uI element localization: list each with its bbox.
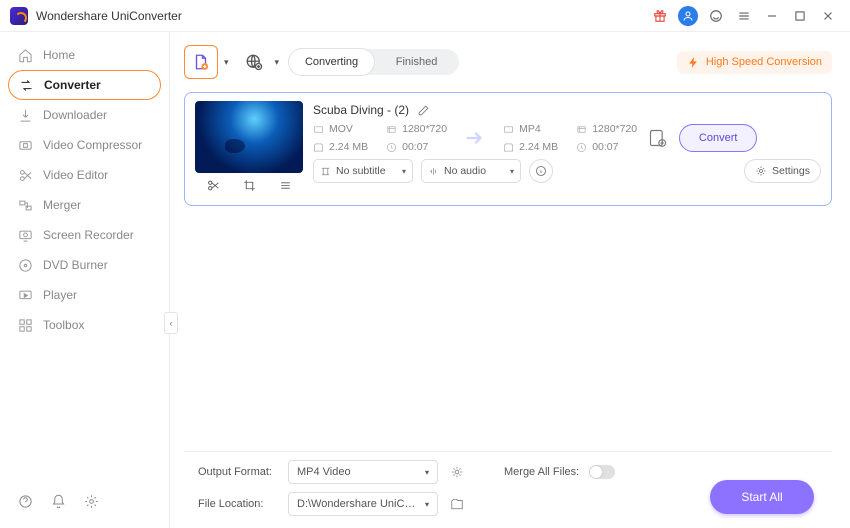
merge-toggle[interactable]	[589, 465, 615, 479]
output-format-select[interactable]: MP4 Video▾	[288, 460, 438, 484]
add-file-caret[interactable]: ▾	[224, 57, 229, 68]
sidebar-collapse-handle[interactable]: ‹	[164, 312, 178, 334]
account-avatar[interactable]	[676, 4, 700, 28]
more-icon[interactable]	[279, 179, 292, 197]
high-speed-label: High Speed Conversion	[706, 56, 822, 68]
footer: Output Format: MP4 Video▾ Merge All File…	[184, 451, 832, 528]
file-location-select[interactable]: D:\Wondershare UniConverter▾	[288, 492, 438, 516]
sidebar-item-downloader[interactable]: Downloader	[0, 100, 169, 130]
info-icon[interactable]	[529, 159, 553, 183]
titlebar: Wondershare UniConverter	[0, 0, 850, 32]
file-settings-button[interactable]: Settings	[744, 159, 821, 183]
sidebar-item-label: Video Editor	[43, 168, 108, 182]
file-location-label: File Location:	[198, 498, 278, 510]
file-card: Scuba Diving - (2) MOV 1280*720 2.24 MB …	[184, 92, 832, 206]
convert-button[interactable]: Convert	[679, 124, 757, 152]
status-tabs: Converting Finished	[289, 49, 459, 75]
target-meta: MP4 1280*720 2.24 MB 00:07	[503, 123, 637, 153]
sidebar-item-dvd-burner[interactable]: DVD Burner	[0, 250, 169, 280]
menu-icon[interactable]	[732, 4, 756, 28]
open-folder-icon[interactable]	[448, 495, 466, 513]
output-format-label: Output Format:	[198, 466, 278, 478]
add-url-button[interactable]	[239, 47, 269, 77]
sidebar-item-converter[interactable]: Converter	[8, 70, 161, 100]
high-speed-conversion-button[interactable]: High Speed Conversion	[677, 51, 832, 74]
tab-finished[interactable]: Finished	[374, 49, 459, 75]
sidebar-item-label: Home	[43, 48, 75, 62]
sidebar-item-label: Downloader	[43, 108, 107, 122]
sidebar: Home Converter Downloader Video Compress…	[0, 32, 170, 528]
trim-icon[interactable]	[207, 179, 220, 197]
minimize-button[interactable]	[760, 4, 784, 28]
sidebar-item-compressor[interactable]: Video Compressor	[0, 130, 169, 160]
file-name: Scuba Diving - (2)	[313, 103, 409, 117]
sidebar-item-label: Video Compressor	[43, 138, 142, 152]
format-settings-icon[interactable]	[448, 463, 466, 481]
gift-icon[interactable]	[648, 4, 672, 28]
edit-name-icon[interactable]	[417, 104, 430, 117]
sidebar-item-toolbox[interactable]: Toolbox	[0, 310, 169, 340]
sidebar-item-label: Player	[43, 288, 77, 302]
sidebar-item-label: Toolbox	[43, 318, 84, 332]
add-url-caret[interactable]: ▾	[275, 57, 280, 68]
sidebar-item-merger[interactable]: Merger	[0, 190, 169, 220]
sidebar-item-label: DVD Burner	[43, 258, 108, 272]
tab-converting[interactable]: Converting	[289, 49, 374, 75]
add-file-button[interactable]	[184, 45, 218, 79]
output-settings-icon[interactable]	[645, 128, 671, 148]
app-title: Wondershare UniConverter	[36, 9, 182, 23]
notifications-icon[interactable]	[51, 494, 66, 514]
sidebar-item-player[interactable]: Player	[0, 280, 169, 310]
help-icon[interactable]	[18, 494, 33, 514]
crop-icon[interactable]	[243, 179, 256, 197]
arrow-icon	[455, 127, 495, 149]
audio-select[interactable]: No audio▾	[421, 159, 521, 183]
main-panel: ▾ ▾ Converting Finished High Speed Conve…	[170, 32, 850, 528]
sidebar-item-home[interactable]: Home	[0, 40, 169, 70]
sidebar-item-label: Converter	[44, 78, 101, 92]
merge-label: Merge All Files:	[504, 466, 579, 478]
preferences-icon[interactable]	[84, 494, 99, 514]
sidebar-item-video-editor[interactable]: Video Editor	[0, 160, 169, 190]
start-all-button[interactable]: Start All	[710, 480, 814, 514]
sidebar-item-screen-recorder[interactable]: Screen Recorder	[0, 220, 169, 250]
app-logo	[10, 7, 28, 25]
close-button[interactable]	[816, 4, 840, 28]
subtitle-select[interactable]: No subtitle▾	[313, 159, 413, 183]
maximize-button[interactable]	[788, 4, 812, 28]
sidebar-item-label: Screen Recorder	[43, 228, 134, 242]
support-icon[interactable]	[704, 4, 728, 28]
video-thumbnail[interactable]	[195, 101, 303, 173]
source-meta: MOV 1280*720 2.24 MB 00:07	[313, 123, 447, 153]
sidebar-item-label: Merger	[43, 198, 81, 212]
